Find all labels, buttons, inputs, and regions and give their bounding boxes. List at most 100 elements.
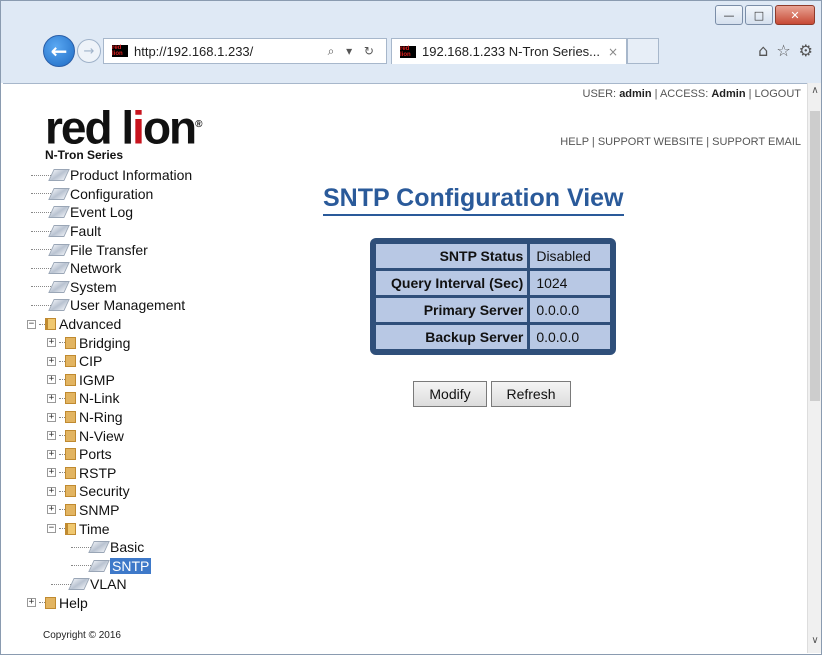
row-label: Primary Server	[376, 298, 528, 322]
user-name: admin	[619, 88, 652, 100]
tree-item-time[interactable]: − Time	[27, 519, 192, 538]
expand-icon[interactable]: +	[47, 375, 56, 385]
browser-chrome: — □ ✕ ← → red lion http://192.168.1.233/…	[1, 1, 821, 83]
support-website-link[interactable]: SUPPORT WEBSITE	[598, 136, 703, 148]
settings-icon[interactable]: ⚙	[799, 41, 813, 60]
folder-icon	[65, 411, 76, 424]
tree-item-n-link[interactable]: + N-Link	[27, 389, 192, 408]
maximize-button[interactable]: □	[745, 5, 773, 25]
refresh-button[interactable]: Refresh	[491, 381, 571, 407]
tree-item-snmp[interactable]: + SNMP	[27, 501, 192, 520]
tree-item-network[interactable]: Network	[27, 259, 192, 278]
row-value: 1024	[530, 271, 610, 295]
folder-icon	[65, 355, 76, 368]
tree-item-basic[interactable]: Basic	[27, 538, 192, 557]
search-refresh-icon[interactable]: ⌕ ▾ ↻	[328, 44, 378, 59]
tab-favicon-icon: red lion	[400, 45, 416, 58]
tab-close-icon[interactable]: ×	[608, 45, 618, 59]
tree-item-file-transfer[interactable]: File Transfer	[27, 240, 192, 259]
expand-icon[interactable]: +	[47, 431, 56, 441]
tree-item-system[interactable]: System	[27, 278, 192, 297]
row-value: Disabled	[530, 244, 610, 268]
tree-item-ports[interactable]: + Ports	[27, 445, 192, 464]
scroll-up-icon[interactable]: ∧	[808, 85, 822, 101]
table-row: Query Interval (Sec) 1024	[376, 271, 610, 295]
table-row: Backup Server 0.0.0.0	[376, 325, 610, 349]
expand-icon[interactable]: +	[47, 505, 56, 515]
tab-title: 192.168.1.233 N-Tron Series...	[422, 44, 601, 59]
address-bar[interactable]: red lion http://192.168.1.233/ ⌕ ▾ ↻	[103, 38, 387, 64]
expand-icon[interactable]: +	[47, 356, 56, 366]
page-icon	[68, 578, 90, 591]
tree-item-n-view[interactable]: + N-View	[27, 426, 192, 445]
back-button[interactable]: ←	[43, 35, 75, 67]
scroll-down-icon[interactable]: ∨	[808, 635, 822, 651]
modify-button[interactable]: Modify	[413, 381, 487, 407]
help-links: HELP | SUPPORT WEBSITE | SUPPORT EMAIL	[560, 136, 801, 148]
tree-item-advanced[interactable]: − Advanced	[27, 315, 192, 334]
browser-window: — □ ✕ ← → red lion http://192.168.1.233/…	[0, 0, 822, 655]
new-tab-button[interactable]	[627, 38, 659, 64]
folder-icon	[65, 503, 76, 516]
tree-item-fault[interactable]: Fault	[27, 222, 192, 241]
page-icon	[48, 225, 70, 238]
access-level: Admin	[711, 88, 746, 100]
folder-open-icon	[65, 522, 76, 535]
page-icon	[48, 169, 70, 182]
folder-icon	[65, 466, 76, 479]
tree-item-vlan[interactable]: VLAN	[27, 575, 192, 594]
folder-icon	[65, 392, 76, 405]
close-window-button[interactable]: ✕	[775, 5, 815, 25]
favorites-icon[interactable]: ☆	[776, 41, 790, 60]
browser-tab[interactable]: red lion 192.168.1.233 N-Tron Series... …	[391, 38, 627, 64]
window-controls: — □ ✕	[715, 5, 815, 25]
page-icon	[88, 541, 110, 554]
row-label: Backup Server	[376, 325, 528, 349]
expand-icon[interactable]: +	[27, 598, 36, 608]
tree-item-sntp[interactable]: SNTP	[27, 556, 192, 575]
folder-icon	[65, 429, 76, 442]
expand-icon[interactable]: +	[47, 449, 56, 459]
expand-icon[interactable]: +	[47, 393, 56, 403]
scroll-thumb[interactable]	[810, 111, 820, 401]
collapse-icon[interactable]: −	[27, 319, 36, 329]
help-link[interactable]: HELP	[560, 136, 589, 148]
home-icon[interactable]: ⌂	[758, 41, 768, 60]
sntp-config-table: SNTP Status Disabled Query Interval (Sec…	[370, 238, 616, 355]
folder-icon	[65, 448, 76, 461]
folder-icon	[65, 336, 76, 349]
logo-wordmark: red lion®	[45, 101, 203, 154]
tree-item-configuration[interactable]: Configuration	[27, 185, 192, 204]
row-label: SNTP Status	[376, 244, 528, 268]
tree-item-cip[interactable]: + CIP	[27, 352, 192, 371]
forward-button[interactable]: →	[77, 39, 101, 63]
collapse-icon[interactable]: −	[47, 524, 56, 534]
tree-item-n-ring[interactable]: + N-Ring	[27, 408, 192, 427]
tree-item-product-information[interactable]: Product Information	[27, 166, 192, 185]
support-email-link[interactable]: SUPPORT EMAIL	[712, 136, 801, 148]
minimize-button[interactable]: —	[715, 5, 743, 25]
tree-item-bridging[interactable]: + Bridging	[27, 333, 192, 352]
row-value: 0.0.0.0	[530, 325, 610, 349]
tree-item-security[interactable]: + Security	[27, 482, 192, 501]
tree-item-igmp[interactable]: + IGMP	[27, 371, 192, 390]
tree-item-event-log[interactable]: Event Log	[27, 203, 192, 222]
page-icon	[48, 280, 70, 293]
tree-item-user-management[interactable]: User Management	[27, 296, 192, 315]
folder-open-icon	[45, 318, 56, 331]
page-icon	[48, 243, 70, 256]
redlion-logo: red lion® N-Tron Series	[45, 101, 203, 162]
logout-link[interactable]: LOGOUT	[755, 88, 801, 100]
url-text[interactable]: http://192.168.1.233/	[134, 44, 328, 59]
tree-item-rstp[interactable]: + RSTP	[27, 464, 192, 483]
folder-icon	[45, 596, 56, 609]
expand-icon[interactable]: +	[47, 412, 56, 422]
vertical-scrollbar[interactable]: ∧ ∨	[807, 83, 821, 653]
toolbar-icons: ⌂ ☆ ⚙	[758, 41, 813, 60]
row-label: Query Interval (Sec)	[376, 271, 528, 295]
expand-icon[interactable]: +	[47, 468, 56, 478]
expand-icon[interactable]: +	[47, 338, 56, 348]
table-row: Primary Server 0.0.0.0	[376, 298, 610, 322]
expand-icon[interactable]: +	[47, 486, 56, 496]
tree-item-help[interactable]: + Help	[27, 594, 192, 613]
